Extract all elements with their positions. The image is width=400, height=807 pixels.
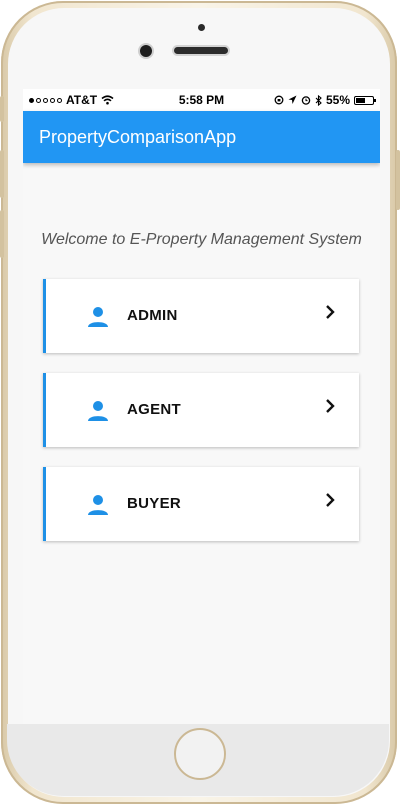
battery-percent: 55% xyxy=(325,93,350,107)
earpiece-speaker xyxy=(174,47,228,54)
person-icon xyxy=(88,401,108,421)
app-title: PropertyComparisonApp xyxy=(39,127,237,147)
role-card-agent[interactable]: AGENT xyxy=(43,373,359,447)
battery-level xyxy=(356,97,365,103)
home-button[interactable] xyxy=(174,728,226,780)
alarm-icon xyxy=(301,96,311,105)
bluetooth-icon xyxy=(315,94,322,106)
location-icon xyxy=(288,95,297,104)
role-card-admin[interactable]: ADMIN xyxy=(43,279,359,353)
chevron-right-icon xyxy=(326,399,335,413)
person-icon xyxy=(88,307,108,327)
person-icon xyxy=(88,495,108,515)
role-card-buyer[interactable]: BUYER xyxy=(43,467,359,541)
battery-icon xyxy=(354,95,376,105)
role-label-agent: AGENT xyxy=(127,401,181,418)
status-right: 55% xyxy=(274,93,376,107)
status-bar: AT&T 5:58 PM 55% xyxy=(23,89,380,111)
volume-down-button xyxy=(0,210,4,258)
welcome-text: Welcome to E-Property Management System xyxy=(41,231,362,248)
screen: AT&T 5:58 PM 55% PropertyComparisonApp W… xyxy=(23,89,380,724)
mute-switch xyxy=(0,96,4,122)
app-bar: PropertyComparisonApp xyxy=(23,111,380,163)
proximity-sensor xyxy=(198,24,205,31)
chevron-right-icon xyxy=(326,305,335,319)
role-label-buyer: BUYER xyxy=(127,495,182,512)
chevron-right-icon xyxy=(326,493,335,507)
volume-up-button xyxy=(0,150,4,198)
front-camera xyxy=(140,45,152,57)
power-button xyxy=(396,150,400,210)
role-label-admin: ADMIN xyxy=(127,307,178,324)
rotation-lock-icon xyxy=(274,95,284,105)
